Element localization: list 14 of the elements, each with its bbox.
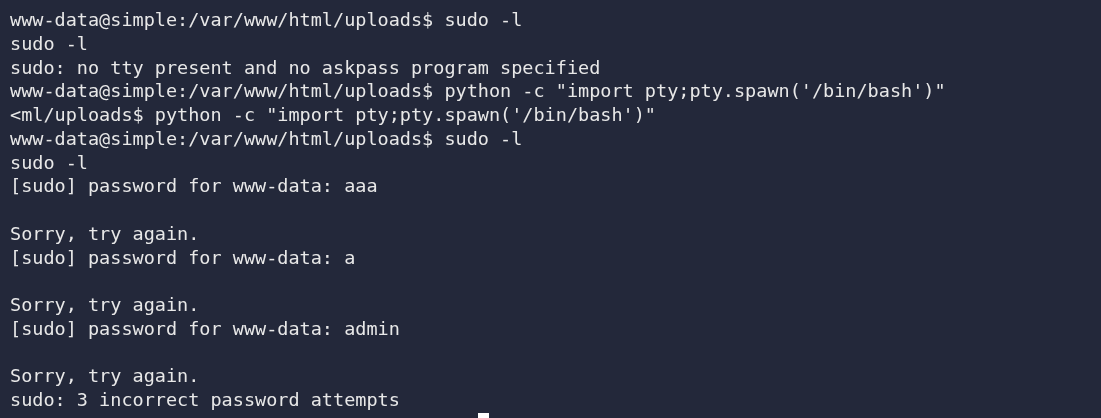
- terminal-line: sudo: no tty present and no askpass program specified: [10, 55, 601, 80]
- terminal-line: [sudo] password for www-data: aaa: [10, 174, 378, 198]
- terminal-line: Sorry, try again.: [10, 364, 200, 388]
- terminal-line: sudo -l: [10, 31, 88, 56]
- terminal-line: www-data@simple:/var/www/html/uploads$ sudo -l: [10, 126, 523, 151]
- terminal-line: sudo: 3 incorrect password attempts: [10, 388, 400, 412]
- terminal-line: <ml/uploads$ python -c "import pty;pty.spawn('/bin/bash')": [10, 103, 656, 127]
- terminal-line: www-data@simple:/var/www/html/uploads$ sudo -l: [10, 8, 523, 32]
- terminal-line: Sorry, try again.: [10, 221, 200, 246]
- terminal-line: [sudo] password for www-data: admin: [10, 316, 400, 341]
- terminal-line: [sudo] password for www-data: a: [10, 245, 356, 270]
- terminal-line: sudo -l: [10, 150, 88, 175]
- terminal-line: Sorry, try again.: [10, 293, 200, 317]
- terminal-line: www-data@simple:/var/www/html/uploads$ python -c "import pty;pty.spawn('/bin/bash')": [10, 79, 946, 103]
